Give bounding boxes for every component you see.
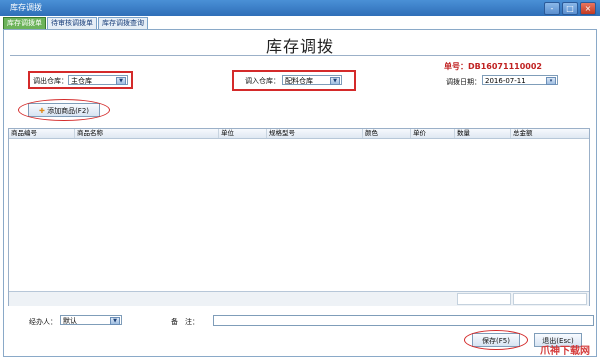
- to-warehouse-select[interactable]: 配料仓库 ▼: [282, 75, 342, 85]
- title-bar: 库存调拨 - □ ×: [0, 0, 600, 16]
- from-warehouse-select[interactable]: 主仓库 ▼: [68, 75, 128, 85]
- col-total[interactable]: 总金额: [511, 129, 589, 138]
- watermark: 爪神下载网: [540, 346, 590, 357]
- maximize-button[interactable]: □: [562, 2, 578, 15]
- date-value: 2016-07-11: [485, 77, 526, 85]
- minimize-button[interactable]: -: [544, 2, 560, 15]
- from-warehouse-value: 主仓库: [71, 77, 92, 85]
- to-warehouse-label: 调入仓库：: [245, 77, 280, 85]
- window-controls: - □ ×: [544, 2, 596, 15]
- close-button[interactable]: ×: [580, 2, 596, 15]
- tab-strip: 库存调拨单 待审核调拨单 库存调拨查询: [3, 17, 148, 30]
- table-header: 商品编号 商品名称 单位 规格型号 颜色 单价 数量 总金额: [9, 129, 589, 139]
- col-price[interactable]: 单价: [411, 129, 455, 138]
- col-spec[interactable]: 规格型号: [267, 129, 363, 138]
- memo-input[interactable]: [213, 315, 594, 326]
- document-number: 单号：DB16071110002: [444, 62, 542, 71]
- chevron-down-icon[interactable]: ▼: [110, 317, 120, 325]
- table-footer: [9, 291, 589, 306]
- col-qty[interactable]: 数量: [455, 129, 511, 138]
- date-picker[interactable]: 2016-07-11 ▾: [482, 75, 558, 85]
- memo-label: 备 注：: [171, 318, 199, 326]
- window-title: 库存调拨: [10, 3, 42, 12]
- from-warehouse-label: 调出仓库：: [33, 77, 68, 85]
- chevron-down-icon[interactable]: ▼: [330, 77, 340, 85]
- footer-total-cell: [513, 293, 587, 305]
- col-code[interactable]: 商品编号: [9, 129, 75, 138]
- chevron-down-icon[interactable]: ▼: [116, 77, 126, 85]
- save-highlight: [464, 330, 528, 350]
- col-color[interactable]: 颜色: [363, 129, 411, 138]
- title-divider: [10, 55, 590, 56]
- date-label: 调拨日期：: [446, 78, 481, 86]
- goods-table[interactable]: 商品编号 商品名称 单位 规格型号 颜色 单价 数量 总金额: [8, 128, 590, 306]
- calendar-icon[interactable]: ▾: [546, 77, 556, 85]
- handler-value: 默认: [63, 317, 77, 325]
- footer-qty-cell: [457, 293, 511, 305]
- add-goods-highlight: [18, 99, 110, 121]
- handler-select[interactable]: 默认 ▼: [60, 315, 122, 325]
- col-unit[interactable]: 单位: [219, 129, 267, 138]
- to-warehouse-value: 配料仓库: [285, 77, 313, 85]
- page-title: 库存调拨: [265, 37, 334, 56]
- handler-label: 经办人：: [29, 318, 57, 326]
- col-name[interactable]: 商品名称: [75, 129, 219, 138]
